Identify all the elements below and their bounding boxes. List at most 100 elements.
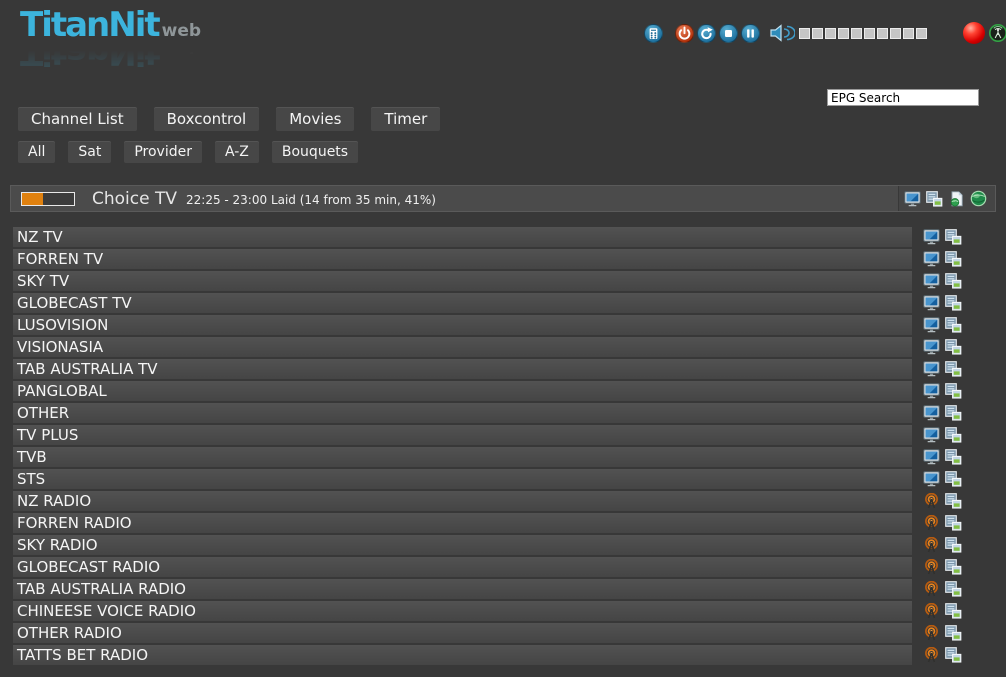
speaker-icon[interactable]: [769, 22, 795, 44]
epg-windows-icon[interactable]: [945, 603, 962, 619]
channel-row: OTHER: [13, 403, 996, 423]
stream-document-icon[interactable]: [948, 191, 965, 207]
channel-row-button[interactable]: GLOBECAST TV: [13, 293, 912, 313]
channel-row-actions: [923, 273, 962, 289]
channel-row-button[interactable]: VISIONASIA: [13, 337, 912, 357]
nav-button[interactable]: Movies: [276, 107, 354, 131]
epg-windows-icon[interactable]: [945, 317, 962, 333]
tv-icon[interactable]: [923, 317, 940, 333]
tv-icon[interactable]: [923, 273, 940, 289]
epg-search-input[interactable]: [827, 89, 979, 106]
tv-icon[interactable]: [923, 449, 940, 465]
channel-row-button[interactable]: TV PLUS: [13, 425, 912, 445]
channel-row-button[interactable]: TVB: [13, 447, 912, 467]
channel-row-button[interactable]: FORREN TV: [13, 249, 912, 269]
epg-windows-icon[interactable]: [945, 493, 962, 509]
pause-icon[interactable]: [741, 24, 760, 43]
filter-button[interactable]: Provider: [124, 141, 202, 163]
epg-windows-icon[interactable]: [945, 559, 962, 575]
channel-row-button[interactable]: LUSOVISION: [13, 315, 912, 335]
channel-row: FORREN TV: [13, 249, 996, 269]
web-globe-icon[interactable]: [970, 190, 987, 207]
radio-icon[interactable]: [923, 493, 940, 509]
filter-button[interactable]: Bouquets: [272, 141, 358, 163]
epg-windows-icon[interactable]: [945, 647, 962, 663]
tv-icon[interactable]: [923, 229, 940, 245]
channel-row-button[interactable]: SKY TV: [13, 271, 912, 291]
epg-windows-icon[interactable]: [945, 625, 962, 641]
tv-icon[interactable]: [923, 339, 940, 355]
nav-button[interactable]: Channel List: [18, 107, 137, 131]
nav-button[interactable]: Boxcontrol: [154, 107, 260, 131]
filter-button[interactable]: All: [18, 141, 55, 163]
channel-row-button[interactable]: OTHER RADIO: [13, 623, 912, 643]
epg-windows-icon[interactable]: [945, 427, 962, 443]
stop-icon[interactable]: [719, 24, 738, 43]
channel-name: PANGLOBAL: [13, 381, 912, 401]
radio-icon[interactable]: [923, 603, 940, 619]
refresh-icon[interactable]: [697, 24, 716, 43]
channel-row-button[interactable]: TAB AUSTRALIA RADIO: [13, 579, 912, 599]
keypad-icon[interactable]: [644, 24, 663, 43]
tv-icon[interactable]: [923, 427, 940, 443]
epg-windows-icon[interactable]: [945, 339, 962, 355]
epg-windows-icon[interactable]: [945, 273, 962, 289]
channel-row-button[interactable]: TATTS BET RADIO: [13, 645, 912, 665]
epg-windows-icon[interactable]: [945, 581, 962, 597]
tv-icon[interactable]: [923, 383, 940, 399]
radio-icon[interactable]: [923, 515, 940, 531]
radio-icon[interactable]: [923, 581, 940, 597]
tv-icon[interactable]: [923, 295, 940, 311]
volume-segment[interactable]: [916, 28, 927, 39]
channel-row-button[interactable]: GLOBECAST RADIO: [13, 557, 912, 577]
channel-row-button[interactable]: FORREN RADIO: [13, 513, 912, 533]
channel-row-actions: [923, 405, 962, 421]
volume-segment[interactable]: [838, 28, 849, 39]
epg-windows-icon[interactable]: [945, 383, 962, 399]
channel-row-button[interactable]: TAB AUSTRALIA TV: [13, 359, 912, 379]
channel-row-button[interactable]: STS: [13, 469, 912, 489]
filter-button[interactable]: Sat: [68, 141, 111, 163]
epg-windows-icon[interactable]: [945, 537, 962, 553]
epg-windows-icon[interactable]: [945, 405, 962, 421]
volume-segment[interactable]: [890, 28, 901, 39]
tv-icon[interactable]: [923, 405, 940, 421]
power-icon[interactable]: [675, 24, 694, 43]
standby-antenna-icon[interactable]: [988, 23, 1006, 43]
radio-icon[interactable]: [923, 537, 940, 553]
now-playing-channel: Choice TV: [92, 189, 177, 209]
channel-row-button[interactable]: NZ TV: [13, 227, 912, 247]
channel-row-button[interactable]: SKY RADIO: [13, 535, 912, 555]
channel-row-button[interactable]: OTHER: [13, 403, 912, 423]
tv-screen-icon[interactable]: [904, 191, 921, 207]
epg-windows-icon[interactable]: [945, 449, 962, 465]
tv-icon[interactable]: [923, 251, 940, 267]
channel-row-button[interactable]: CHINEESE VOICE RADIO: [13, 601, 912, 621]
channel-name: FORREN TV: [13, 249, 912, 269]
epg-windows-icon[interactable]: [945, 229, 962, 245]
volume-segment[interactable]: [864, 28, 875, 39]
filter-button[interactable]: A-Z: [215, 141, 259, 163]
epg-windows-icon[interactable]: [945, 515, 962, 531]
epg-windows-icon[interactable]: [945, 295, 962, 311]
channel-row-button[interactable]: NZ RADIO: [13, 491, 912, 511]
epg-windows-icon[interactable]: [945, 471, 962, 487]
volume-segment[interactable]: [903, 28, 914, 39]
radio-icon[interactable]: [923, 559, 940, 575]
epg-windows-icon[interactable]: [926, 191, 943, 207]
volume-segment[interactable]: [851, 28, 862, 39]
epg-windows-icon[interactable]: [945, 361, 962, 377]
epg-windows-icon[interactable]: [945, 251, 962, 267]
volume-segment[interactable]: [812, 28, 823, 39]
volume-segment[interactable]: [799, 28, 810, 39]
channel-row-button[interactable]: PANGLOBAL: [13, 381, 912, 401]
radio-icon[interactable]: [923, 625, 940, 641]
volume-segment[interactable]: [877, 28, 888, 39]
tv-icon[interactable]: [923, 471, 940, 487]
tv-icon[interactable]: [923, 361, 940, 377]
radio-icon[interactable]: [923, 647, 940, 663]
channel-name: TAB AUSTRALIA TV: [13, 359, 912, 379]
channel-row-actions: [923, 625, 962, 641]
volume-segment[interactable]: [825, 28, 836, 39]
nav-button[interactable]: Timer: [371, 107, 440, 131]
